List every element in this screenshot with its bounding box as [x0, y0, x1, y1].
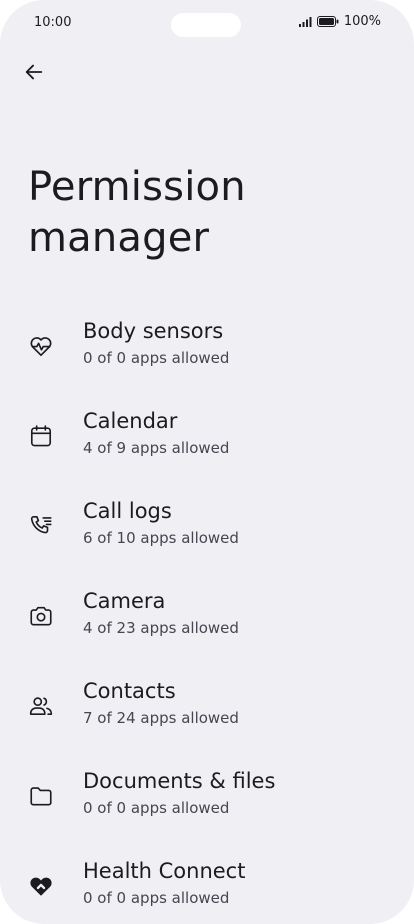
- permission-item-camera[interactable]: Camera 4 of 23 apps allowed: [0, 572, 414, 662]
- permission-item-calendar[interactable]: Calendar 4 of 9 apps allowed: [0, 392, 414, 482]
- permission-item-health-connect[interactable]: Health Connect 0 of 0 apps allowed: [0, 842, 414, 924]
- permission-label: Health Connect: [83, 859, 246, 883]
- permission-label: Call logs: [83, 499, 172, 523]
- permission-label: Calendar: [83, 409, 178, 433]
- permission-summary: 0 of 0 apps allowed: [83, 349, 230, 367]
- permission-summary: 7 of 24 apps allowed: [83, 709, 239, 727]
- permission-label: Body sensors: [83, 319, 224, 343]
- health-connect-icon: [26, 871, 56, 901]
- calendar-icon: [26, 421, 56, 451]
- permission-item-body-sensors[interactable]: Body sensors 0 of 0 apps allowed: [0, 302, 414, 392]
- status-time: 10:00: [34, 15, 72, 30]
- status-bar: 10:00 100%: [0, 0, 414, 46]
- permission-list: Body sensors 0 of 0 apps allowed Calenda…: [0, 302, 414, 924]
- permission-summary: 4 of 23 apps allowed: [83, 619, 239, 637]
- permission-summary: 4 of 9 apps allowed: [83, 439, 230, 457]
- battery-percent: 100%: [343, 14, 381, 29]
- battery-icon: [316, 16, 339, 27]
- arrow-back-icon: [23, 61, 45, 83]
- folder-icon: [26, 781, 56, 811]
- permission-summary: 0 of 0 apps allowed: [83, 889, 230, 907]
- camera-cutout: [171, 13, 241, 37]
- heart-pulse-icon: [26, 331, 56, 361]
- permission-item-contacts[interactable]: Contacts 7 of 24 apps allowed: [0, 662, 414, 752]
- permission-item-documents-files[interactable]: Documents & files 0 of 0 apps allowed: [0, 752, 414, 842]
- permission-summary: 6 of 10 apps allowed: [83, 529, 239, 547]
- contacts-icon: [26, 691, 56, 721]
- back-button[interactable]: [14, 52, 54, 92]
- permission-item-call-logs[interactable]: Call logs 6 of 10 apps allowed: [0, 482, 414, 572]
- permission-label: Camera: [83, 589, 166, 613]
- camera-icon: [26, 601, 56, 631]
- phone-screen: 10:00 100% Permission manager Body senso…: [0, 0, 414, 924]
- status-indicators: 100%: [298, 14, 381, 29]
- permission-summary: 0 of 0 apps allowed: [83, 799, 230, 817]
- call-log-icon: [26, 511, 56, 541]
- page-title: Permission manager: [28, 164, 246, 261]
- signal-icon: [298, 16, 312, 27]
- permission-label: Contacts: [83, 679, 176, 703]
- permission-label: Documents & files: [83, 769, 276, 793]
